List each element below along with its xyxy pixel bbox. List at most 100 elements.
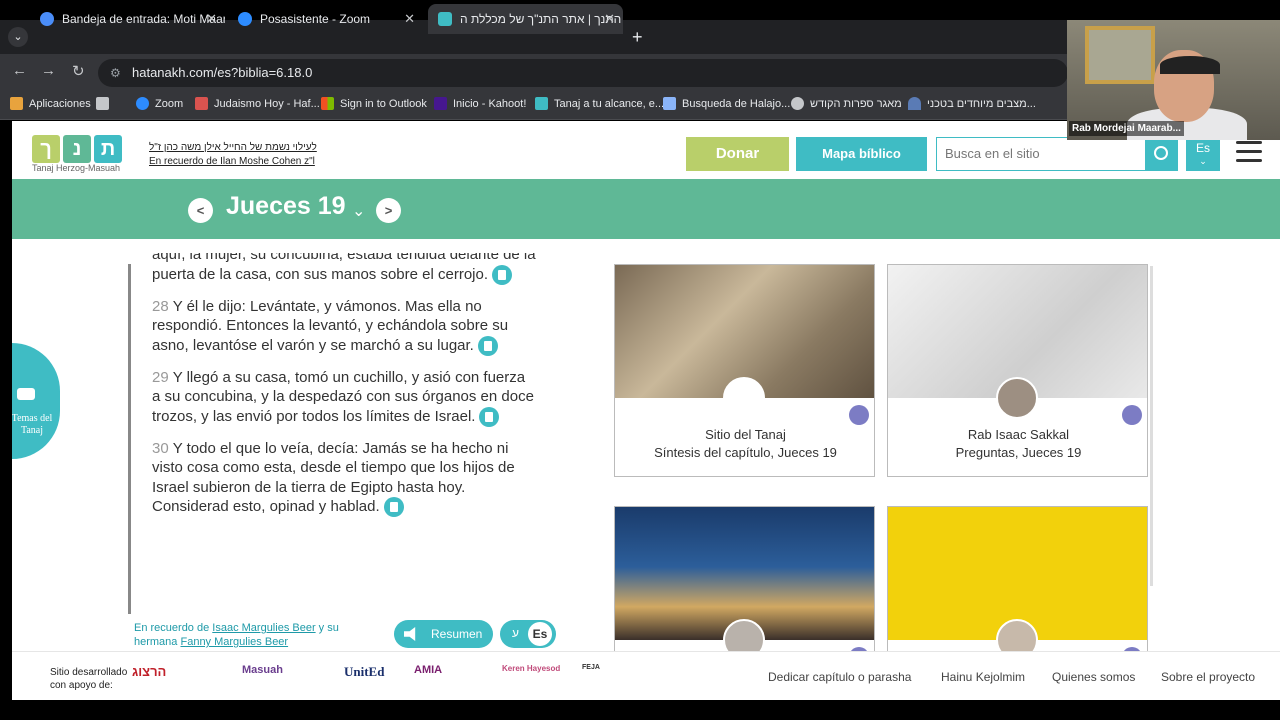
close-icon[interactable]: ✕ [206, 11, 217, 27]
sponsor-logo[interactable]: FEJA [582, 664, 600, 671]
site-search-input[interactable]: Busca en el sitio [936, 137, 1146, 171]
bookmark-label: מצבים מיוחדים בטכני... [927, 97, 1036, 110]
chevron-down-icon[interactable]: ⌄ [352, 201, 365, 221]
microsoft-icon [321, 97, 334, 110]
address-bar[interactable]: ⚙ hatanakh.com/es?biblia=6.18.0 [98, 59, 1068, 87]
forward-icon[interactable]: → [41, 62, 56, 79]
bookmark-kahoot[interactable]: Inicio - Kahoot! [434, 97, 526, 110]
spanish-option[interactable]: Es [528, 622, 552, 646]
memorial-text: En recuerdo de Isaac Margulies Beer y su… [134, 621, 339, 649]
close-icon[interactable]: ✕ [404, 11, 415, 27]
new-tab-button[interactable]: + [632, 27, 643, 47]
summary-label: Resumen [431, 627, 483, 641]
list-icon[interactable] [1122, 405, 1142, 425]
sponsor-logo[interactable]: UnitEd [344, 664, 384, 680]
book-icon[interactable] [477, 335, 498, 356]
sponsor-logo[interactable]: Keren Hayesod [502, 664, 560, 673]
verse: 30 Y todo el que lo veía, decía: Jamás se… [152, 439, 537, 518]
footer-link[interactable]: Dedicar capítulo o parasha [768, 670, 911, 684]
book-icon[interactable] [492, 264, 513, 285]
verse-text: aquí, la mujer, su concubina, estaba ten… [152, 253, 536, 283]
dome-icon [908, 97, 921, 110]
book-icon[interactable] [383, 497, 404, 518]
temas-tanaj-tab[interactable]: Temas del Tanaj [12, 343, 60, 459]
memorial-mid: y su [315, 622, 339, 634]
dedication-hebrew: לעילוי נשמת של החייל אילן משה כהן ז"ל [149, 142, 317, 153]
bookmark-label: Inicio - Kahoot! [453, 97, 527, 110]
tab-title: התנך | אתר התנ"ך של מכללת ה [460, 12, 622, 26]
bookmark-outlook[interactable]: Sign in to Outlook [321, 97, 427, 110]
back-icon[interactable]: ← [12, 62, 27, 79]
bookmark-label: Sign in to Outlook [340, 97, 427, 110]
left-black-margin [0, 121, 12, 700]
bookmark-label: Aplicaciones [29, 97, 91, 110]
bookmark-label: Judaismo Hoy - Haf... [214, 97, 320, 110]
language-toggle[interactable]: ע Es [500, 620, 556, 648]
language-label: Es [1195, 141, 1210, 155]
search-button[interactable] [1146, 137, 1178, 171]
bookmark-zoom[interactable]: Zoom [136, 97, 183, 110]
sponsor-logo[interactable]: הרצוג [132, 664, 166, 679]
bookmark-label: מאגר ספרות הקודש [810, 97, 902, 110]
book-icon[interactable] [479, 406, 500, 427]
tab-gmail[interactable]: Bandeja de entrada: Moti Maar... ✕ [30, 4, 225, 34]
content-card[interactable]: Rab Isaac Sakkal Preguntas, Jueces 19 [887, 264, 1148, 477]
language-selector[interactable]: Es ⌄ [1186, 137, 1220, 171]
bookmark-matzavim[interactable]: מצבים מיוחדים בטכני... [908, 97, 1036, 110]
close-icon[interactable]: ✕ [604, 11, 615, 27]
apps-grid-icon [10, 97, 23, 110]
gmail-icon [40, 12, 54, 26]
text-scrollbar[interactable] [128, 264, 131, 614]
next-chapter-button[interactable]: > [376, 198, 401, 223]
prev-chapter-button[interactable]: < [188, 198, 213, 223]
bookmark-grid[interactable] [96, 97, 115, 110]
bookmark-tanaj[interactable]: Tanaj a tu alcance, e... [535, 97, 664, 110]
cards-scrollbar[interactable] [1150, 266, 1153, 586]
memorial-prefix: En recuerdo de [134, 622, 213, 634]
verse-text: Y todo el que lo veía, decía: Jamás se h… [152, 439, 515, 516]
bookmark-halaja[interactable]: Busqueda de Halajo... [663, 97, 790, 110]
bookmark-sifrut[interactable]: מאגר ספרות הקודש [791, 97, 902, 110]
url-text: hatanakh.com/es?biblia=6.18.0 [132, 65, 313, 80]
list-icon[interactable] [849, 405, 869, 425]
footer-link[interactable]: Hainu Kejolmim [941, 670, 1025, 684]
donate-button[interactable]: Donar [686, 137, 789, 171]
bible-map-button[interactable]: Mapa bíblico [796, 137, 927, 171]
bookmark-apps[interactable]: Aplicaciones [10, 97, 91, 110]
dedication[interactable]: לעילוי נשמת של החייל אילן משה כהן ז"ל En… [149, 141, 317, 169]
verse-text: Y llegó a su casa, tomó un cuchillo, y a… [152, 368, 534, 425]
footer-link[interactable]: Sobre el proyecto [1161, 670, 1255, 684]
memorial-link[interactable]: Fanny Margulies Beer [180, 636, 288, 648]
reload-icon[interactable]: ↻ [72, 62, 85, 80]
site-footer: Sitio desarrollado con apoyo de: הרצוג M… [12, 651, 1280, 700]
summary-audio-button[interactable]: Resumen [394, 620, 493, 648]
page-icon [663, 97, 676, 110]
memorial-link[interactable]: Isaac Margulies Beer [212, 622, 315, 634]
site-info-icon[interactable]: ⚙ [110, 59, 121, 87]
tab-hatanakh[interactable]: התנך | אתר התנ"ך של מכללת ה ✕ [428, 4, 623, 34]
footer-link[interactable]: Quienes somos [1052, 670, 1135, 684]
logo-letter: נ [63, 135, 91, 163]
site-logo[interactable]: ך נ ת Tanaj Herzog-Masuah [32, 135, 124, 175]
bookmark-label: Busqueda de Halajo... [682, 97, 791, 110]
sponsor-logo[interactable]: Masuah [242, 664, 283, 676]
verse-number: 30 [152, 439, 169, 457]
speaker-icon [404, 627, 416, 641]
dedication-spanish: En recuerdo de Ilan Moshe Cohen z"l [149, 156, 315, 167]
chapter-title[interactable]: Jueces 19 [226, 192, 346, 221]
zoom-video-tile[interactable]: Rab Mordejai Maarab... [1067, 20, 1280, 140]
verses-panel: aquí, la mujer, su concubina, estaba ten… [152, 253, 537, 583]
tab-zoom[interactable]: Posasistente - Zoom ✕ [228, 4, 423, 34]
bookmark-judaismo[interactable]: Judaismo Hoy - Haf... [195, 97, 320, 110]
speaker-kippah [1160, 56, 1220, 74]
content-card[interactable]: Sitio del Tanaj Síntesis del capítulo, J… [614, 264, 875, 477]
sponsor-logo[interactable]: AMIA [414, 664, 442, 676]
sponsor-label: Sitio desarrollado con apoyo de: [50, 667, 128, 691]
chat-bubble-icon [17, 388, 35, 400]
search-icon [1154, 146, 1168, 160]
tab-search-button[interactable]: ⌄ [8, 27, 28, 47]
card-title: Síntesis del capítulo, Jueces 19 [654, 445, 837, 460]
hebrew-option[interactable]: ע [512, 626, 519, 640]
hamburger-menu-icon[interactable] [1236, 141, 1262, 163]
verse-text: Y él le dijo: Levántate, y vámonos. Mas … [152, 297, 509, 354]
